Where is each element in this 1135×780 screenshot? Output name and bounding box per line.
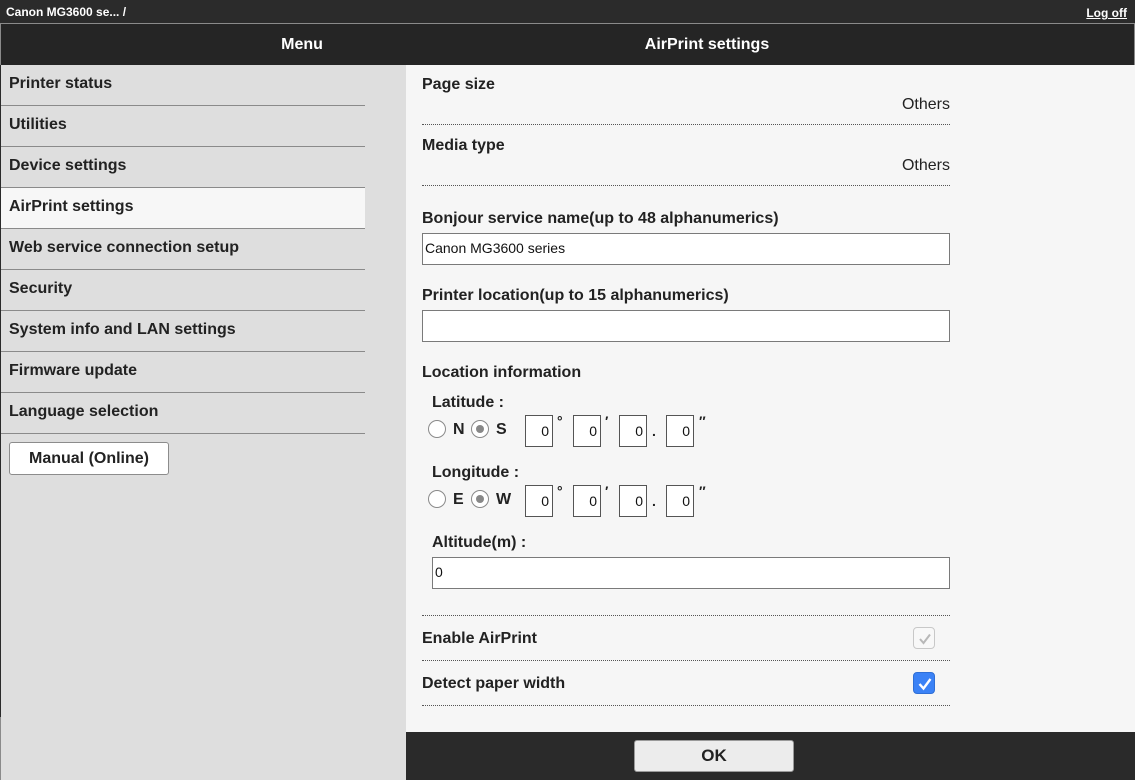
check-icon xyxy=(919,633,931,645)
longitude-minutes-input[interactable]: 0 xyxy=(573,485,601,517)
longitude-label: Longitude : xyxy=(432,464,520,481)
page-size-value: Others xyxy=(901,96,950,113)
sidebar-item-firmware-update[interactable]: Firmware update xyxy=(1,352,365,393)
longitude-e-radio[interactable] xyxy=(428,490,446,508)
sidebar-item-printer-status[interactable]: Printer status xyxy=(1,65,365,106)
divider xyxy=(422,124,950,125)
check-icon xyxy=(918,678,932,691)
longitude-w-radio[interactable] xyxy=(471,490,489,508)
minute-symbol: ′ xyxy=(605,483,609,499)
divider xyxy=(422,615,950,616)
bonjour-name-input[interactable]: Canon MG3600 series xyxy=(422,233,950,265)
page-size-label: Page size xyxy=(422,76,495,93)
sidebar-item-utilities[interactable]: Utilities xyxy=(1,106,365,147)
sidebar-item-language-selection[interactable]: Language selection xyxy=(1,393,365,434)
enable-airprint-label: Enable AirPrint xyxy=(422,630,537,647)
sidebar-bottom xyxy=(1,717,406,780)
location-info-label: Location information xyxy=(422,364,582,381)
header-bar: Menu AirPrint settings xyxy=(0,24,1135,65)
bonjour-label: Bonjour service name(up to 48 alphanumer… xyxy=(422,210,779,227)
sidebar-item-security[interactable]: Security xyxy=(1,270,365,311)
sidebar: Printer status Utilities Device settings… xyxy=(1,65,406,717)
footer-bar: OK xyxy=(406,732,1135,780)
sidebar-item-web-service-connection-setup[interactable]: Web service connection setup xyxy=(1,229,365,270)
altitude-input[interactable]: 0 xyxy=(432,557,950,589)
sidebar-item-device-settings[interactable]: Device settings xyxy=(1,147,365,188)
divider xyxy=(422,705,950,706)
longitude-seconds-input[interactable]: 0 xyxy=(619,485,647,517)
manual-online-button[interactable]: Manual (Online) xyxy=(9,442,169,475)
degree-symbol: ° xyxy=(557,413,563,429)
media-type-label: Media type xyxy=(422,137,505,154)
decimal-dot: . xyxy=(652,423,656,439)
longitude-fraction-input[interactable]: 0 xyxy=(666,485,694,517)
enable-airprint-checkbox[interactable] xyxy=(913,627,935,649)
latitude-n-label: N xyxy=(453,421,465,438)
latitude-degrees-input[interactable]: 0 xyxy=(525,415,553,447)
longitude-e-label: E xyxy=(453,491,464,508)
longitude-degrees-input[interactable]: 0 xyxy=(525,485,553,517)
printer-location-label: Printer location(up to 15 alphanumerics) xyxy=(422,287,729,304)
printer-location-input[interactable] xyxy=(422,310,950,342)
longitude-w-label: W xyxy=(496,491,512,508)
divider xyxy=(422,185,950,186)
latitude-label: Latitude : xyxy=(432,394,504,411)
detect-paper-width-checkbox[interactable] xyxy=(913,672,935,694)
latitude-s-label: S xyxy=(496,421,507,438)
latitude-s-radio[interactable] xyxy=(471,420,489,438)
minute-symbol: ′ xyxy=(605,413,609,429)
sidebar-item-airprint-settings[interactable]: AirPrint settings xyxy=(1,188,365,229)
altitude-label: Altitude(m) : xyxy=(432,534,527,551)
sidebar-item-system-info-lan[interactable]: System info and LAN settings xyxy=(1,311,365,352)
ok-button[interactable]: OK xyxy=(634,740,794,772)
latitude-minutes-input[interactable]: 0 xyxy=(573,415,601,447)
device-name: Canon MG3600 se... / xyxy=(6,5,127,19)
latitude-fraction-input[interactable]: 0 xyxy=(666,415,694,447)
latitude-n-radio[interactable] xyxy=(428,420,446,438)
decimal-dot: . xyxy=(652,493,656,509)
top-bar: Canon MG3600 se... / Log off xyxy=(0,0,1135,24)
log-off-link[interactable]: Log off xyxy=(1086,6,1127,20)
second-symbol: ″ xyxy=(699,413,706,429)
main-content: Page size Others Media type Others Bonjo… xyxy=(406,65,1135,732)
detect-paper-width-label: Detect paper width xyxy=(422,675,566,692)
degree-symbol: ° xyxy=(557,483,563,499)
divider xyxy=(422,660,950,661)
latitude-seconds-input[interactable]: 0 xyxy=(619,415,647,447)
page-title: AirPrint settings xyxy=(644,36,770,53)
second-symbol: ″ xyxy=(699,483,706,499)
media-type-value: Others xyxy=(901,157,950,174)
